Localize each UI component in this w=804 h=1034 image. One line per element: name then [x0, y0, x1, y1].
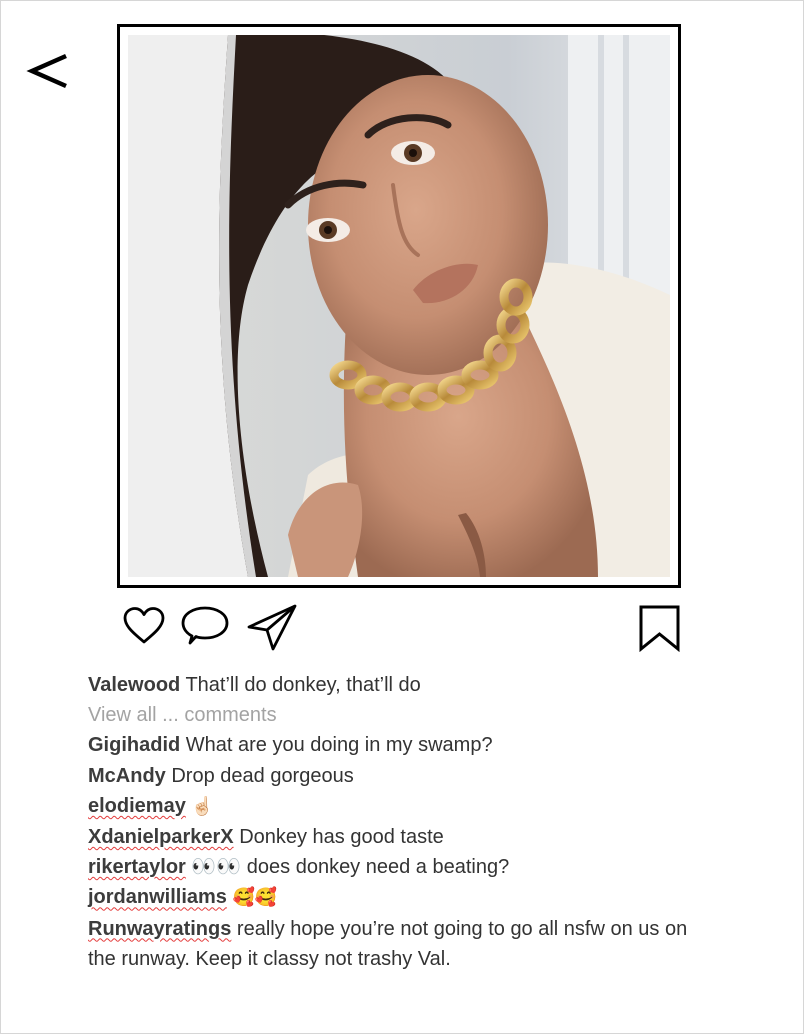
caption-text: That’ll do donkey, that’ll do — [185, 674, 421, 696]
comment-row: Runwayratings really hope you’re not goi… — [88, 914, 688, 974]
bookmark-icon — [639, 605, 680, 652]
comment-text: Drop dead gorgeous — [171, 764, 354, 787]
comment-username[interactable]: elodiemay — [88, 795, 186, 817]
view-all-comments-link[interactable]: View all ... comments — [88, 700, 688, 730]
chevron-left-icon — [26, 53, 67, 89]
caption-username[interactable]: Valewood — [88, 674, 180, 696]
save-button[interactable] — [638, 604, 682, 652]
comment-username[interactable]: Runwayratings — [88, 918, 231, 940]
heart-icon — [123, 607, 165, 644]
comment-row: Gigihadid What are you doing in my swamp… — [88, 730, 688, 760]
comment-username[interactable]: XdanielparkerX — [88, 826, 234, 848]
portrait-photo — [128, 35, 670, 577]
comment-row: jordanwilliams 🥰🥰 — [88, 882, 688, 913]
comment-button[interactable] — [180, 605, 232, 651]
comment-username[interactable]: Gigihadid — [88, 734, 180, 756]
comment-text: 🥰🥰 — [232, 887, 278, 909]
comment-text: 👀👀 does donkey need a beating? — [191, 856, 510, 879]
caption-line: Valewood That’ll do donkey, that’ll do — [88, 670, 688, 700]
comment-text: Donkey has good taste — [239, 826, 444, 849]
comment-username[interactable]: jordanwilliams — [88, 886, 227, 908]
comment-text: ☝🏻 — [191, 795, 214, 817]
comment-row: McAndy Drop dead gorgeous — [88, 761, 688, 791]
comments-section: Valewood That’ll do donkey, that’ll do V… — [88, 670, 688, 974]
comment-row: elodiemay ☝🏻 — [88, 791, 688, 822]
share-button[interactable] — [245, 603, 301, 653]
comment-username[interactable]: rikertaylor — [88, 856, 186, 878]
post-image[interactable] — [128, 35, 670, 577]
like-button[interactable] — [122, 606, 166, 646]
comment-username[interactable]: McAndy — [88, 765, 166, 787]
post-image-frame — [117, 24, 681, 588]
back-button[interactable] — [26, 46, 72, 96]
speech-bubble-icon — [181, 606, 229, 645]
paper-plane-icon — [247, 604, 297, 651]
comment-text: What are you doing in my swamp? — [185, 734, 493, 757]
comment-row: rikertaylor 👀👀 does donkey need a beatin… — [88, 852, 688, 882]
comment-row: XdanielparkerX Donkey has good taste — [88, 822, 688, 852]
